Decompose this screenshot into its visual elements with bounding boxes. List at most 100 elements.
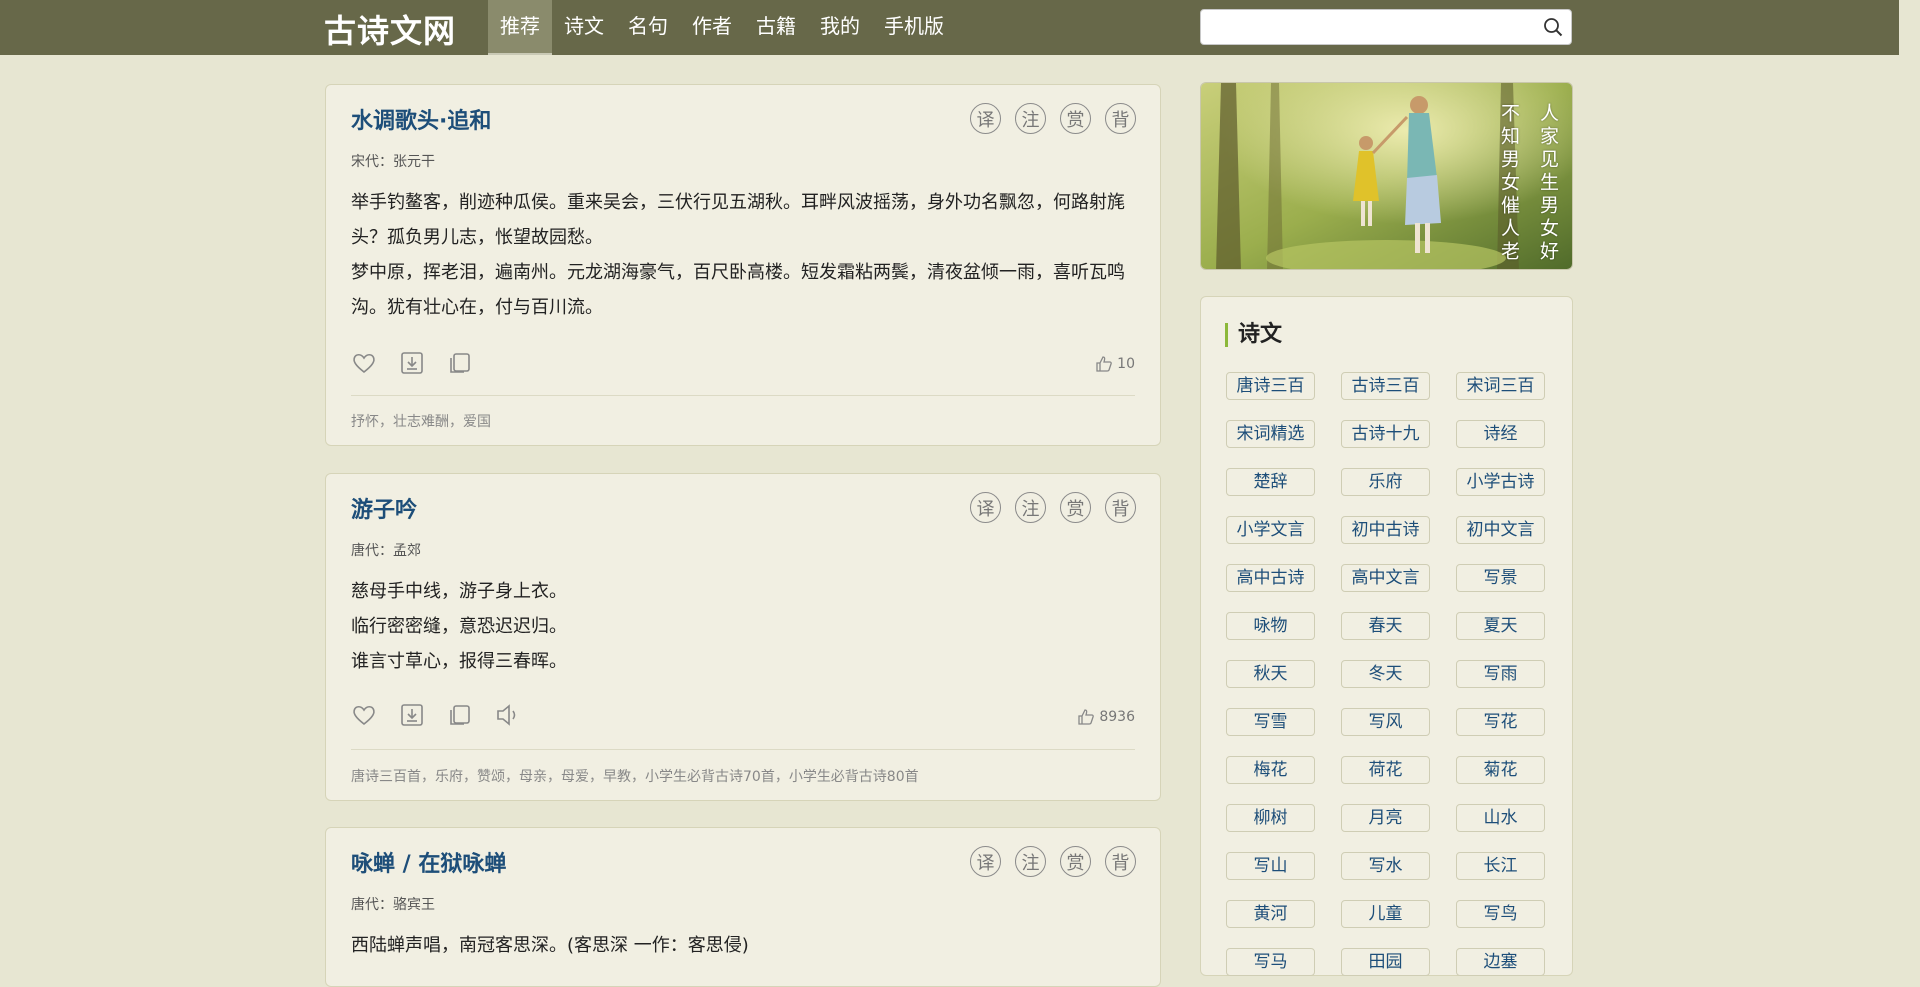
poem-author-name[interactable]: 张元干 bbox=[393, 154, 435, 170]
search-input[interactable] bbox=[1201, 10, 1537, 44]
poem-tools: 译 注 赏 背 bbox=[970, 492, 1136, 523]
download-icon[interactable] bbox=[399, 702, 425, 728]
category-chip[interactable]: 宋词精选 bbox=[1226, 420, 1315, 448]
download-icon[interactable] bbox=[399, 350, 425, 376]
category-chip[interactable]: 写马 bbox=[1226, 948, 1315, 976]
category-chip[interactable]: 写鸟 bbox=[1456, 900, 1545, 928]
copy-icon[interactable] bbox=[447, 702, 473, 728]
category-chip[interactable]: 楚辞 bbox=[1226, 468, 1315, 496]
category-chip[interactable]: 柳树 bbox=[1226, 804, 1315, 832]
nav-quotes[interactable]: 名句 bbox=[616, 0, 680, 55]
appreciate-button[interactable]: 赏 bbox=[1060, 492, 1091, 523]
sidebar-title: 诗文 bbox=[1225, 323, 1282, 347]
nav-mobile[interactable]: 手机版 bbox=[872, 0, 956, 55]
category-chip[interactable]: 写水 bbox=[1341, 852, 1430, 880]
category-chip[interactable]: 黄河 bbox=[1226, 900, 1315, 928]
category-chip[interactable]: 写景 bbox=[1456, 564, 1545, 592]
favorite-heart-icon[interactable] bbox=[351, 702, 377, 728]
category-chip[interactable]: 初中文言 bbox=[1456, 516, 1545, 544]
category-chip[interactable]: 边塞 bbox=[1456, 948, 1545, 976]
favorite-heart-icon[interactable] bbox=[351, 350, 377, 376]
appreciate-button[interactable]: 赏 bbox=[1060, 103, 1091, 134]
category-chip[interactable]: 初中古诗 bbox=[1341, 516, 1430, 544]
poem-author-name[interactable]: 骆宾王 bbox=[393, 897, 435, 913]
category-chip[interactable]: 春天 bbox=[1341, 612, 1430, 640]
category-chip[interactable]: 山水 bbox=[1456, 804, 1545, 832]
recite-button[interactable]: 背 bbox=[1105, 103, 1136, 134]
search-icon[interactable] bbox=[1543, 17, 1563, 37]
site-logo[interactable]: 古诗文网 bbox=[324, 6, 456, 52]
top-navbar: 古诗文网 推荐 诗文 名句 作者 古籍 我的 手机版 bbox=[0, 0, 1899, 55]
poem-tags[interactable]: 抒怀，壮志难酬，爱国 bbox=[351, 411, 491, 431]
category-chip[interactable]: 唐诗三百 bbox=[1226, 372, 1315, 400]
speaker-icon[interactable] bbox=[495, 702, 521, 728]
category-chip[interactable]: 小学文言 bbox=[1226, 516, 1315, 544]
poem-content: 举手钓鳌客，削迹种瓜侯。重来吴会，三伏行见五湖秋。耳畔风波摇荡，身外功名飘忽，何… bbox=[351, 185, 1141, 325]
poem-dynasty[interactable]: 宋代： bbox=[351, 154, 393, 170]
nav-poems[interactable]: 诗文 bbox=[552, 0, 616, 55]
category-chip[interactable]: 田园 bbox=[1341, 948, 1430, 976]
poem-line: 梦中原，挥老泪，遍南州。元龙湖海豪气，百尺卧高楼。短发霜粘两鬓，清夜盆倾一雨，喜… bbox=[351, 262, 1125, 318]
poem-dynasty[interactable]: 唐代： bbox=[351, 897, 393, 913]
poem-title[interactable]: 游子吟 bbox=[351, 492, 417, 524]
nav-recommend[interactable]: 推荐 bbox=[488, 0, 552, 55]
like-count[interactable]: 8936 bbox=[1077, 708, 1135, 726]
category-chip[interactable]: 古诗三百 bbox=[1341, 372, 1430, 400]
category-chip[interactable]: 月亮 bbox=[1341, 804, 1430, 832]
poem-content: 慈母手中线，游子身上衣。 临行密密缝，意恐迟迟归。 谁言寸草心，报得三春晖。 bbox=[351, 574, 1141, 679]
category-chip[interactable]: 高中文言 bbox=[1341, 564, 1430, 592]
category-chip[interactable]: 写山 bbox=[1226, 852, 1315, 880]
category-chip[interactable]: 咏物 bbox=[1226, 612, 1315, 640]
category-chip[interactable]: 宋词三百 bbox=[1456, 372, 1545, 400]
category-chip[interactable]: 儿童 bbox=[1341, 900, 1430, 928]
annotate-button[interactable]: 注 bbox=[1015, 846, 1046, 877]
category-chip[interactable]: 写花 bbox=[1456, 708, 1545, 736]
main-nav: 推荐 诗文 名句 作者 古籍 我的 手机版 bbox=[488, 0, 956, 55]
annotate-button[interactable]: 注 bbox=[1015, 103, 1046, 134]
category-chip[interactable]: 菊花 bbox=[1456, 756, 1545, 784]
category-chip[interactable]: 秋天 bbox=[1226, 660, 1315, 688]
copy-icon[interactable] bbox=[447, 350, 473, 376]
sidebar-categories: 诗文 唐诗三百 古诗三百 宋词三百宋词精选 古诗十九 诗经楚辞 乐府 小学古诗小学文言 初中古… bbox=[1200, 296, 1573, 976]
recite-button[interactable]: 背 bbox=[1105, 492, 1136, 523]
poem-title[interactable]: 水调歌头·追和 bbox=[351, 103, 491, 135]
category-chip[interactable]: 写风 bbox=[1341, 708, 1430, 736]
poem-author: 唐代：骆宾王 bbox=[351, 894, 435, 914]
category-chip[interactable]: 写雨 bbox=[1456, 660, 1545, 688]
nav-mine[interactable]: 我的 bbox=[808, 0, 872, 55]
nav-classics[interactable]: 古籍 bbox=[744, 0, 808, 55]
category-chip[interactable]: 写雪 bbox=[1226, 708, 1315, 736]
category-chip[interactable]: 冬天 bbox=[1341, 660, 1430, 688]
category-chip[interactable]: 古诗十九 bbox=[1341, 420, 1430, 448]
category-chip[interactable]: 高中古诗 bbox=[1226, 564, 1315, 592]
category-chip[interactable]: 荷花 bbox=[1341, 756, 1430, 784]
category-chip[interactable]: 小学古诗 bbox=[1456, 468, 1545, 496]
banner-line-2: 不知男女催人老 bbox=[1498, 103, 1520, 264]
poem-card: 水调歌头·追和 宋代：张元干 译 注 赏 背 举手钓鳌客，削迹种瓜侯。重来吴会，… bbox=[325, 84, 1161, 446]
appreciate-button[interactable]: 赏 bbox=[1060, 846, 1091, 877]
poem-tags[interactable]: 唐诗三百首，乐府，赞颂，母亲，母爱，早教，小学生必背古诗70首，小学生必背古诗8… bbox=[351, 766, 919, 786]
translate-button[interactable]: 译 bbox=[970, 492, 1001, 523]
thumbs-up-icon bbox=[1078, 709, 1095, 725]
category-chip[interactable]: 乐府 bbox=[1341, 468, 1430, 496]
category-chip[interactable]: 诗经 bbox=[1456, 420, 1545, 448]
poem-title[interactable]: 咏蝉 / 在狱咏蝉 bbox=[351, 846, 506, 878]
poem-line: 举手钓鳌客，削迹种瓜侯。重来吴会，三伏行见五湖秋。耳畔风波摇荡，身外功名飘忽，何… bbox=[351, 192, 1125, 248]
annotate-button[interactable]: 注 bbox=[1015, 492, 1046, 523]
poem-dynasty[interactable]: 唐代： bbox=[351, 543, 393, 559]
category-chip[interactable]: 长江 bbox=[1456, 852, 1545, 880]
poem-line: 西陆蝉声唱，南冠客思深。(客思深 一作：客思侵) bbox=[351, 935, 749, 956]
recite-button[interactable]: 背 bbox=[1105, 846, 1136, 877]
poem-card: 咏蝉 / 在狱咏蝉 唐代：骆宾王 译 注 赏 背 西陆蝉声唱，南冠客思深。(客思… bbox=[325, 827, 1161, 987]
category-chip[interactable]: 夏天 bbox=[1456, 612, 1545, 640]
translate-button[interactable]: 译 bbox=[970, 846, 1001, 877]
poem-author-name[interactable]: 孟郊 bbox=[393, 543, 421, 559]
page-scrollbar[interactable] bbox=[1899, 0, 1920, 960]
poem-line: 慈母手中线，游子身上衣。 bbox=[351, 581, 567, 602]
banner-image[interactable]: 人家见生男女好 不知男女催人老 bbox=[1200, 82, 1573, 270]
poem-tools: 译 注 赏 背 bbox=[970, 103, 1136, 134]
like-count[interactable]: 10 bbox=[1095, 355, 1135, 373]
category-chip[interactable]: 梅花 bbox=[1226, 756, 1315, 784]
nav-authors[interactable]: 作者 bbox=[680, 0, 744, 55]
translate-button[interactable]: 译 bbox=[970, 103, 1001, 134]
